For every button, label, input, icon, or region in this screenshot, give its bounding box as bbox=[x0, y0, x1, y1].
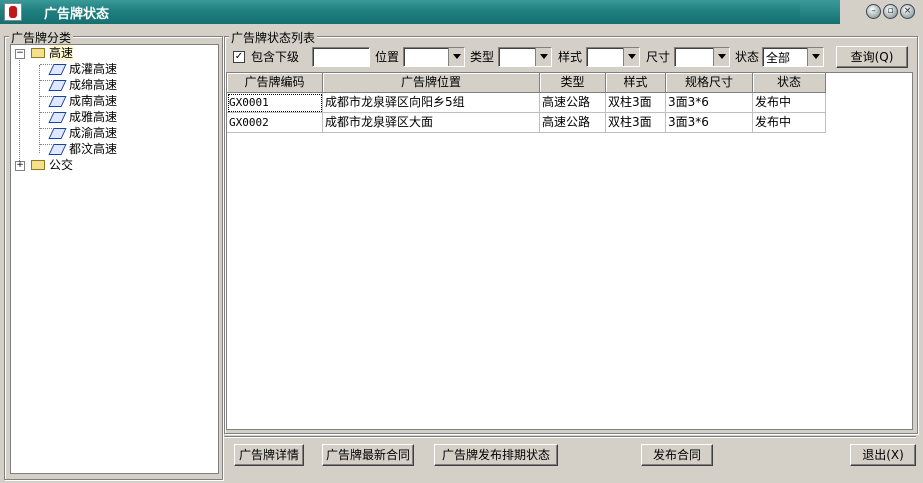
table-cell[interactable]: 3面3*6 bbox=[666, 93, 753, 113]
column-header[interactable]: 样式 bbox=[606, 73, 666, 93]
location-label: 位置 bbox=[375, 50, 400, 64]
expand-icon[interactable]: + bbox=[15, 161, 25, 171]
schedule-status-button[interactable]: 广告牌发布排期状态 bbox=[434, 444, 558, 466]
app-icon bbox=[4, 3, 22, 21]
status-table[interactable]: 广告牌编码 广告牌位置 类型 样式 规格尺寸 状态 GX0001 成都市龙泉驿区… bbox=[226, 72, 913, 430]
status-list-group-label: 广告牌状态列表 bbox=[229, 29, 318, 46]
type-select[interactable] bbox=[498, 47, 552, 67]
table-cell[interactable]: 成都市龙泉驿区向阳乡5组 bbox=[323, 93, 540, 113]
status-label: 状态 bbox=[735, 50, 760, 64]
size-label: 尺寸 bbox=[646, 50, 671, 64]
tree-node-label: 高速 bbox=[49, 45, 74, 61]
table-cell[interactable]: 3面3*6 bbox=[666, 113, 753, 133]
road-icon bbox=[48, 80, 67, 91]
road-icon bbox=[48, 64, 67, 75]
details-button[interactable]: 广告牌详情 bbox=[234, 444, 304, 466]
column-header[interactable]: 类型 bbox=[540, 73, 606, 93]
table-cell[interactable]: 高速公路 bbox=[540, 113, 606, 133]
folder-icon bbox=[31, 160, 45, 170]
latest-contract-button[interactable]: 广告牌最新合同 bbox=[322, 444, 414, 466]
divider bbox=[224, 436, 916, 438]
table-cell[interactable]: 发布中 bbox=[753, 93, 826, 113]
style-label: 样式 bbox=[558, 50, 583, 64]
type-label: 类型 bbox=[470, 50, 495, 64]
title-bar: 广告牌状态 – ▫ × bbox=[0, 0, 923, 24]
query-button[interactable]: 查询(Q) bbox=[836, 46, 908, 68]
include-sub-label: 包含下级 bbox=[251, 50, 300, 64]
road-icon bbox=[48, 144, 67, 155]
road-icon bbox=[48, 96, 67, 107]
road-icon bbox=[48, 128, 67, 139]
location-select[interactable] bbox=[403, 47, 465, 67]
table-cell[interactable]: 发布中 bbox=[753, 113, 826, 133]
publish-contract-button[interactable]: 发布合同 bbox=[641, 444, 713, 466]
status-select[interactable]: 全部 bbox=[762, 47, 824, 67]
column-header[interactable]: 广告牌编码 bbox=[227, 73, 323, 93]
chevron-down-icon[interactable] bbox=[807, 48, 823, 66]
table-cell[interactable]: GX0001 bbox=[227, 93, 323, 113]
include-sub-checkbox[interactable]: ✓ bbox=[233, 51, 245, 63]
style-select[interactable] bbox=[586, 47, 640, 67]
table-cell[interactable]: 高速公路 bbox=[540, 93, 606, 113]
column-header[interactable]: 广告牌位置 bbox=[323, 73, 540, 93]
chevron-down-icon[interactable] bbox=[713, 48, 729, 66]
size-select[interactable] bbox=[674, 47, 730, 67]
window-title: 广告牌状态 bbox=[44, 7, 110, 22]
minimize-icon[interactable]: – bbox=[866, 4, 881, 19]
category-tree[interactable]: − 高速 成灌高速 成绵高速 成南高速 成雅高速 成渝高速 都汶高速 + 公交 bbox=[10, 44, 219, 474]
maximize-icon[interactable]: ▫ bbox=[883, 4, 898, 19]
table-cell[interactable]: 双柱3面 bbox=[606, 113, 666, 133]
keyword-input[interactable] bbox=[312, 47, 370, 67]
table-cell[interactable]: GX0002 bbox=[227, 113, 323, 133]
table-cell[interactable]: 成都市龙泉驿区大面 bbox=[323, 113, 540, 133]
table-cell[interactable]: 双柱3面 bbox=[606, 93, 666, 113]
chevron-down-icon[interactable] bbox=[535, 48, 551, 66]
chevron-down-icon[interactable] bbox=[623, 48, 639, 66]
chevron-down-icon[interactable] bbox=[448, 48, 464, 66]
column-header[interactable]: 状态 bbox=[753, 73, 826, 93]
folder-open-icon bbox=[31, 48, 45, 58]
road-icon bbox=[48, 112, 67, 123]
exit-button[interactable]: 退出(X) bbox=[850, 444, 916, 466]
column-header[interactable]: 规格尺寸 bbox=[666, 73, 753, 93]
close-icon[interactable]: × bbox=[900, 4, 915, 19]
tree-node-label: 公交 bbox=[49, 158, 74, 172]
collapse-icon[interactable]: − bbox=[15, 49, 25, 59]
